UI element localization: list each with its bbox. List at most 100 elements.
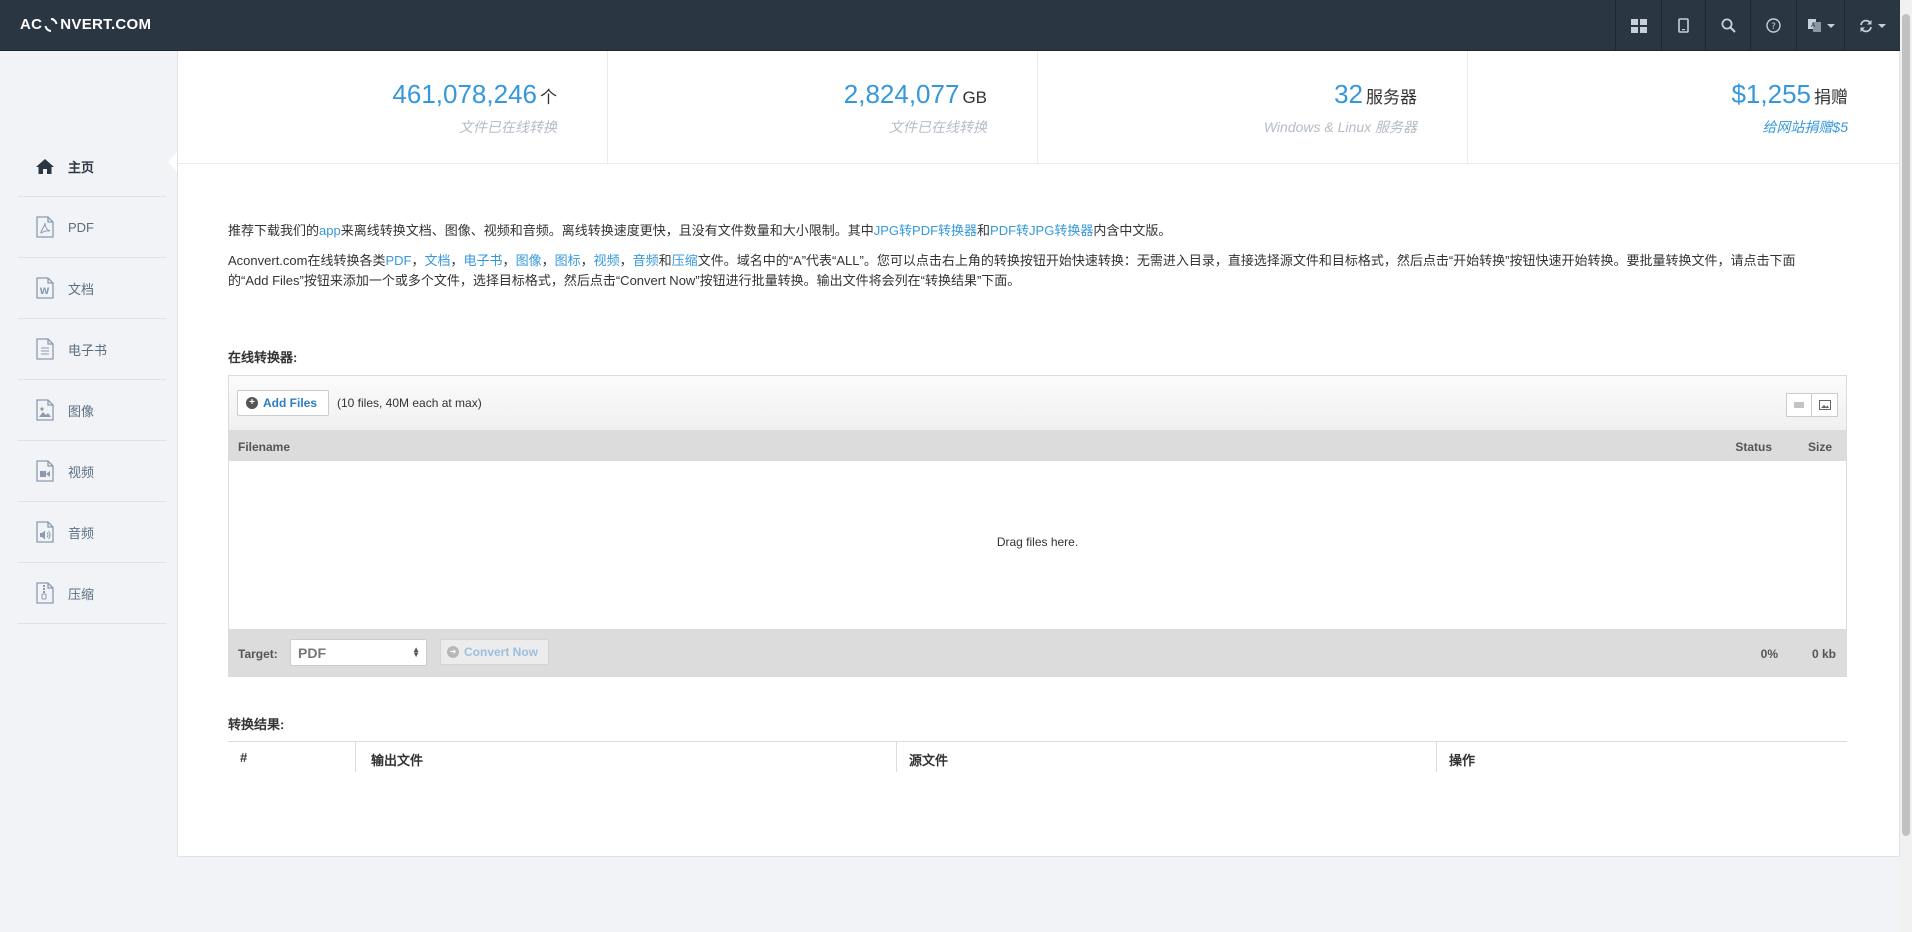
page-scrollbar[interactable] [1900, 0, 1912, 932]
stat-desc: 文件已在线转换 [889, 119, 987, 135]
stat-value: $1,255 [1731, 79, 1811, 109]
stat-value: 2,824,077 [843, 79, 960, 109]
plus-circle-icon: + [246, 397, 258, 409]
stat-files-count: 461,078,246 个 文件已在线转换 [178, 51, 608, 164]
thumbnail-view-button[interactable] [1812, 393, 1838, 417]
sidebar-item-document[interactable]: W 文档 [18, 258, 166, 319]
audio-link[interactable]: 音频 [633, 253, 659, 268]
sidebar-item-audio[interactable]: 音频 [18, 502, 166, 563]
sidebar-item-video[interactable]: 视频 [18, 441, 166, 502]
image-link[interactable]: 图像 [516, 253, 542, 268]
sidebar-item-label: PDF [68, 219, 94, 235]
ebook-link[interactable]: 电子书 [464, 253, 503, 268]
app-link[interactable]: app [319, 223, 341, 238]
drop-zone[interactable]: Drag files here. [229, 461, 1846, 630]
separator: ， [450, 253, 464, 268]
document-link[interactable]: 文档 [425, 253, 451, 268]
help-icon: ? [1766, 18, 1781, 33]
ebook-file-icon [34, 337, 56, 361]
arrow-circle-icon: ➜ [447, 646, 459, 658]
uploader-footer: Target: PDF ▲ ▼ ➜ Convert Now 0% 0 kb [229, 630, 1846, 677]
pdf-link[interactable]: PDF [385, 253, 411, 268]
sidebar-item-label: 电子书 [68, 342, 108, 358]
main-content: 461,078,246 个 文件已在线转换 2,824,077 GB 文件已在线转换… [177, 51, 1901, 857]
stat-donations[interactable]: $1,255 捐赠 给网站捐赠$5 [1468, 51, 1898, 164]
sidebar-item-pdf[interactable]: PDF [18, 197, 166, 258]
word-file-icon: W [34, 276, 56, 300]
refresh-icon [1860, 19, 1872, 32]
convert-now-label: Convert Now [464, 645, 539, 659]
pdf-file-icon [34, 215, 56, 239]
results-column-source: 源文件 [896, 742, 1436, 772]
separator: ， [619, 253, 633, 268]
help-button[interactable]: ? [1750, 0, 1796, 51]
chevron-down-icon [1826, 23, 1835, 28]
results-table-header: # 输出文件 源文件 操作 [228, 741, 1847, 772]
results-title: 转换结果: [228, 717, 285, 732]
sidebar-item-image[interactable]: 图像 [18, 380, 166, 441]
jpg-to-pdf-link[interactable]: JPG转PDF转换器 [874, 223, 977, 238]
stat-unit: 捐赠 [1814, 88, 1848, 107]
convert-now-button[interactable]: ➜ Convert Now [440, 639, 550, 665]
logo-refresh-icon [44, 17, 58, 32]
target-format-value: PDF [298, 645, 326, 661]
text: Aconvert.com在线转换各类 [228, 253, 386, 268]
video-file-icon [34, 459, 56, 483]
add-files-label: Add Files [263, 396, 318, 410]
column-status: Status [1735, 440, 1772, 454]
total-size: 0 kb [1811, 647, 1836, 661]
language-dropdown[interactable]: A [1796, 0, 1844, 51]
converter-title: 在线转换器: [228, 350, 298, 365]
sidebar-item-home[interactable]: 主页 [18, 136, 166, 197]
separator: ， [502, 253, 516, 268]
list-icon [1794, 402, 1804, 408]
add-files-button[interactable]: + Add Files [237, 390, 330, 416]
sidebar-item-label: 图像 [68, 403, 95, 419]
svg-text:?: ? [1771, 22, 1776, 32]
svg-text:W: W [40, 287, 50, 297]
separator: ， [580, 253, 594, 268]
archive-link[interactable]: 压缩 [672, 253, 698, 268]
target-format-select[interactable]: PDF ▲ ▼ [290, 639, 427, 666]
pdf-to-jpg-link[interactable]: PDF转JPG转换器 [990, 223, 1093, 238]
mobile-button[interactable] [1661, 0, 1705, 51]
results-column-index: # [240, 750, 248, 765]
search-button[interactable] [1705, 0, 1750, 51]
sidebar-item-label: 文档 [68, 281, 95, 297]
apps-button[interactable] [1615, 0, 1661, 51]
file-uploader: + Add Files (10 files, 40M each at max) … [228, 375, 1847, 677]
top-navbar: AC NVERT.COM ? A [0, 0, 1900, 51]
separator: ， [541, 253, 555, 268]
stat-unit: 个 [540, 88, 557, 107]
image-icon [1818, 400, 1831, 410]
stat-value: 32 [1334, 79, 1363, 109]
sidebar-item-label: 视频 [68, 464, 95, 480]
sidebar-nav: 主页 PDF W 文档 电子书 图像 视频 音频 压缩 [18, 136, 166, 624]
sidebar-item-ebook[interactable]: 电子书 [18, 319, 166, 380]
scrollbar-thumb[interactable] [1902, 14, 1910, 836]
convert-dropdown[interactable] [1844, 0, 1900, 51]
text: 和 [658, 253, 672, 268]
stat-desc: 文件已在线转换 [459, 119, 557, 135]
drag-hint: Drag files here. [996, 535, 1079, 549]
search-icon [1721, 18, 1736, 33]
video-link[interactable]: 视频 [594, 253, 620, 268]
icon-link[interactable]: 图标 [555, 253, 581, 268]
sidebar-item-archive[interactable]: 压缩 [18, 563, 166, 624]
list-view-button[interactable] [1786, 393, 1812, 417]
site-logo[interactable]: AC NVERT.COM [20, 16, 151, 33]
target-label: Target: [238, 647, 278, 661]
grid-icon [1630, 18, 1647, 33]
home-icon [34, 154, 56, 178]
intro-text: 推荐下载我们的app来离线转换文档、图像、视频和音频。离线转换速度更快，且没有文… [228, 221, 1828, 301]
select-arrows-icon: ▲ ▼ [412, 645, 420, 659]
separator: ， [411, 253, 425, 268]
donate-link[interactable]: 给网站捐赠$5 [1762, 117, 1848, 137]
text: 来离线转换文档、图像、视频和音频。离线转换速度更快，且没有文件数量和大小限制。其… [340, 223, 874, 238]
text: 内含中文版。 [1093, 223, 1172, 238]
logo-text-right: NVERT.COM [60, 16, 152, 33]
view-toggle [1786, 393, 1838, 417]
sidebar-item-label: 音频 [68, 525, 95, 541]
language-icon: A [1807, 19, 1821, 32]
stat-unit: 服务器 [1366, 88, 1417, 107]
